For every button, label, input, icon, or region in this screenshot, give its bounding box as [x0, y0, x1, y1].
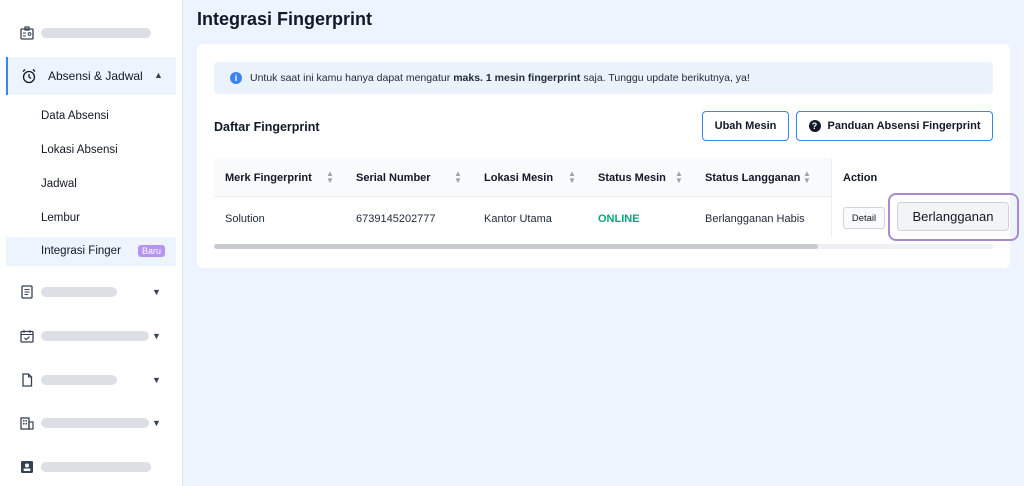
sidebar-placeholder [41, 375, 117, 385]
scrollbar-thumb[interactable] [214, 244, 818, 249]
building-icon [19, 415, 35, 431]
new-badge: Baru [138, 245, 166, 257]
file-icon [19, 372, 35, 388]
cell-status-langganan: Berlangganan Habis [705, 213, 805, 225]
chevron-down-icon: ▼ [152, 331, 161, 341]
info-banner: i Untuk saat ini kamu hanya dapat mengat… [214, 62, 993, 94]
cell-merk: Solution [225, 213, 265, 225]
panduan-label: Panduan Absensi Fingerprint [827, 120, 981, 132]
sidebar-placeholder [41, 462, 151, 472]
alarm-clock-icon [21, 68, 37, 84]
calendar-check-icon [19, 328, 35, 344]
sidebar-placeholder [41, 418, 149, 428]
chevron-up-icon: ▲ [154, 70, 163, 80]
cell-lokasi: Kantor Utama [484, 213, 552, 225]
id-card-icon [19, 25, 35, 41]
col-lokasi[interactable]: Lokasi Mesin [484, 172, 553, 184]
col-action: Action [843, 172, 878, 184]
col-merk[interactable]: Merk Fingerprint [225, 172, 312, 184]
sidebar-sub-integrasi-finger[interactable]: Integrasi Finger Baru [6, 237, 176, 266]
badge-icon [19, 459, 35, 475]
sidebar: Absensi & Jadwal ▲ Data Absensi Lokasi A… [0, 0, 183, 486]
info-icon: i [230, 72, 242, 84]
sidebar-item-5[interactable]: ▼ [0, 406, 183, 440]
sidebar-group-label: Absensi & Jadwal [48, 69, 143, 83]
sort-icon[interactable]: ▲ ▼ [568, 170, 576, 185]
sidebar-group-absensi[interactable]: Absensi & Jadwal ▲ [6, 57, 176, 95]
sort-icon[interactable]: ▲ ▼ [803, 170, 811, 185]
sidebar-item-6[interactable] [0, 450, 183, 484]
sidebar-placeholder [41, 331, 149, 341]
sidebar-item-4[interactable]: ▼ [0, 363, 183, 397]
sidebar-item-3[interactable]: ▼ [0, 319, 183, 353]
info-text-suffix: saja. Tunggu update berikutnya, ya! [583, 72, 750, 84]
sidebar-sub-lembur[interactable]: Lembur [41, 212, 80, 224]
sort-icon[interactable]: ▲ ▼ [326, 170, 334, 185]
cell-status-mesin: ONLINE [598, 213, 640, 225]
sidebar-item-1[interactable] [0, 16, 183, 50]
info-text-prefix: Untuk saat ini kamu hanya dapat mengatur [250, 72, 451, 84]
sidebar-placeholder [41, 287, 117, 297]
info-text-bold: maks. 1 mesin fingerprint [453, 72, 581, 84]
ubah-mesin-button[interactable]: Ubah Mesin [702, 111, 789, 141]
horizontal-scrollbar[interactable] [214, 244, 993, 249]
chevron-down-icon: ▼ [152, 375, 161, 385]
sidebar-sub-lokasi-absensi[interactable]: Lokasi Absensi [41, 144, 118, 156]
sidebar-sub-data-absensi[interactable]: Data Absensi [41, 110, 109, 122]
help-icon: ? [808, 120, 821, 132]
cell-serial: 6739145202777 [356, 213, 436, 225]
col-serial[interactable]: Serial Number [356, 172, 431, 184]
col-status-langganan[interactable]: Status Langganan [705, 172, 800, 184]
chevron-down-icon: ▼ [152, 418, 161, 428]
sidebar-item-2[interactable]: ▼ [0, 275, 183, 309]
sidebar-placeholder [41, 28, 151, 38]
berlangganan-button[interactable]: Berlangganan [897, 202, 1009, 231]
detail-button[interactable]: Detail [843, 207, 885, 229]
document-icon [19, 284, 35, 300]
chevron-down-icon: ▼ [152, 287, 161, 297]
sidebar-sub-jadwal[interactable]: Jadwal [41, 178, 77, 190]
panduan-button[interactable]: ? Panduan Absensi Fingerprint [796, 111, 993, 141]
sidebar-sub-label: Integrasi Finger [41, 245, 121, 257]
sort-icon[interactable]: ▲ ▼ [454, 170, 462, 185]
sort-icon[interactable]: ▲ ▼ [675, 170, 683, 185]
list-title: Daftar Fingerprint [214, 120, 320, 134]
fingerprint-table: Merk Fingerprint ▲ ▼ Serial Number ▲ ▼ Lok… [214, 158, 993, 238]
page-title: Integrasi Fingerprint [197, 9, 373, 29]
col-status-mesin[interactable]: Status Mesin [598, 172, 666, 184]
